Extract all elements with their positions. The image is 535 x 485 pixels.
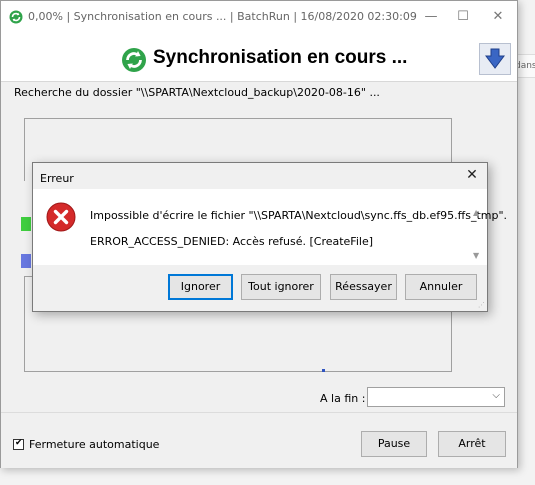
cancel-button[interactable]: Annuler [405, 274, 477, 300]
retry-button[interactable]: Réessayer [330, 274, 397, 300]
status-text: Recherche du dossier "\\SPARTA\Nextcloud… [14, 86, 380, 99]
window-title: 0,00% | Synchronisation en cours ... | B… [28, 10, 417, 23]
minimize-button[interactable]: — [419, 7, 443, 27]
auto-close-label[interactable]: Fermeture automatique [29, 438, 159, 451]
error-icon [46, 202, 76, 232]
sync-icon [9, 10, 23, 24]
dialog-content: Impossible d'écrire le fichier "\\SPARTA… [33, 189, 507, 265]
scroll-up-icon[interactable]: ▲ [473, 208, 479, 217]
close-button[interactable]: ✕ [486, 7, 510, 27]
error-message: Impossible d'écrire le fichier "\\SPARTA… [90, 209, 508, 222]
arrow-down-icon [485, 48, 505, 69]
download-button[interactable] [479, 43, 511, 75]
header: Synchronisation en cours ... [1, 33, 517, 81]
error-dialog: Erreur ✕ Impossible d'écrire le fichier … [32, 162, 507, 312]
progress-indicator-blue [21, 254, 31, 268]
page-title: Synchronisation en cours ... [153, 47, 408, 68]
end-action-label: A la fin : [320, 392, 366, 405]
ignore-button[interactable]: Ignorer [168, 274, 233, 300]
check-icon: ✔ [15, 438, 23, 448]
pause-button[interactable]: Pause [361, 431, 427, 457]
dialog-close-button[interactable]: ✕ [463, 167, 481, 183]
status-bar: Recherche du dossier "\\SPARTA\Nextcloud… [1, 81, 517, 105]
ignore-all-button[interactable]: Tout ignorer [241, 274, 321, 300]
background-text: dans [515, 61, 535, 71]
scroll-down-icon[interactable]: ▼ [473, 251, 479, 260]
title-bar[interactable]: 0,00% | Synchronisation en cours ... | B… [1, 1, 517, 33]
chevron-down-icon: ⌵ [492, 390, 500, 401]
resize-grip-icon[interactable]: ⋰ [478, 301, 485, 309]
sync-icon [122, 48, 146, 72]
maximize-button[interactable]: ☐ [451, 7, 475, 27]
footer: ✔ Fermeture automatique Pause Arrêt [1, 412, 517, 468]
auto-close-checkbox[interactable]: ✔ [13, 438, 24, 450]
graph-marker [322, 369, 325, 372]
error-code: ERROR_ACCESS_DENIED: Accès refusé. [Crea… [90, 235, 374, 248]
dialog-title: Erreur [40, 172, 74, 185]
end-action-select[interactable]: ⌵ [367, 387, 505, 407]
stop-button[interactable]: Arrêt [438, 431, 506, 457]
progress-indicator-green [21, 217, 31, 231]
